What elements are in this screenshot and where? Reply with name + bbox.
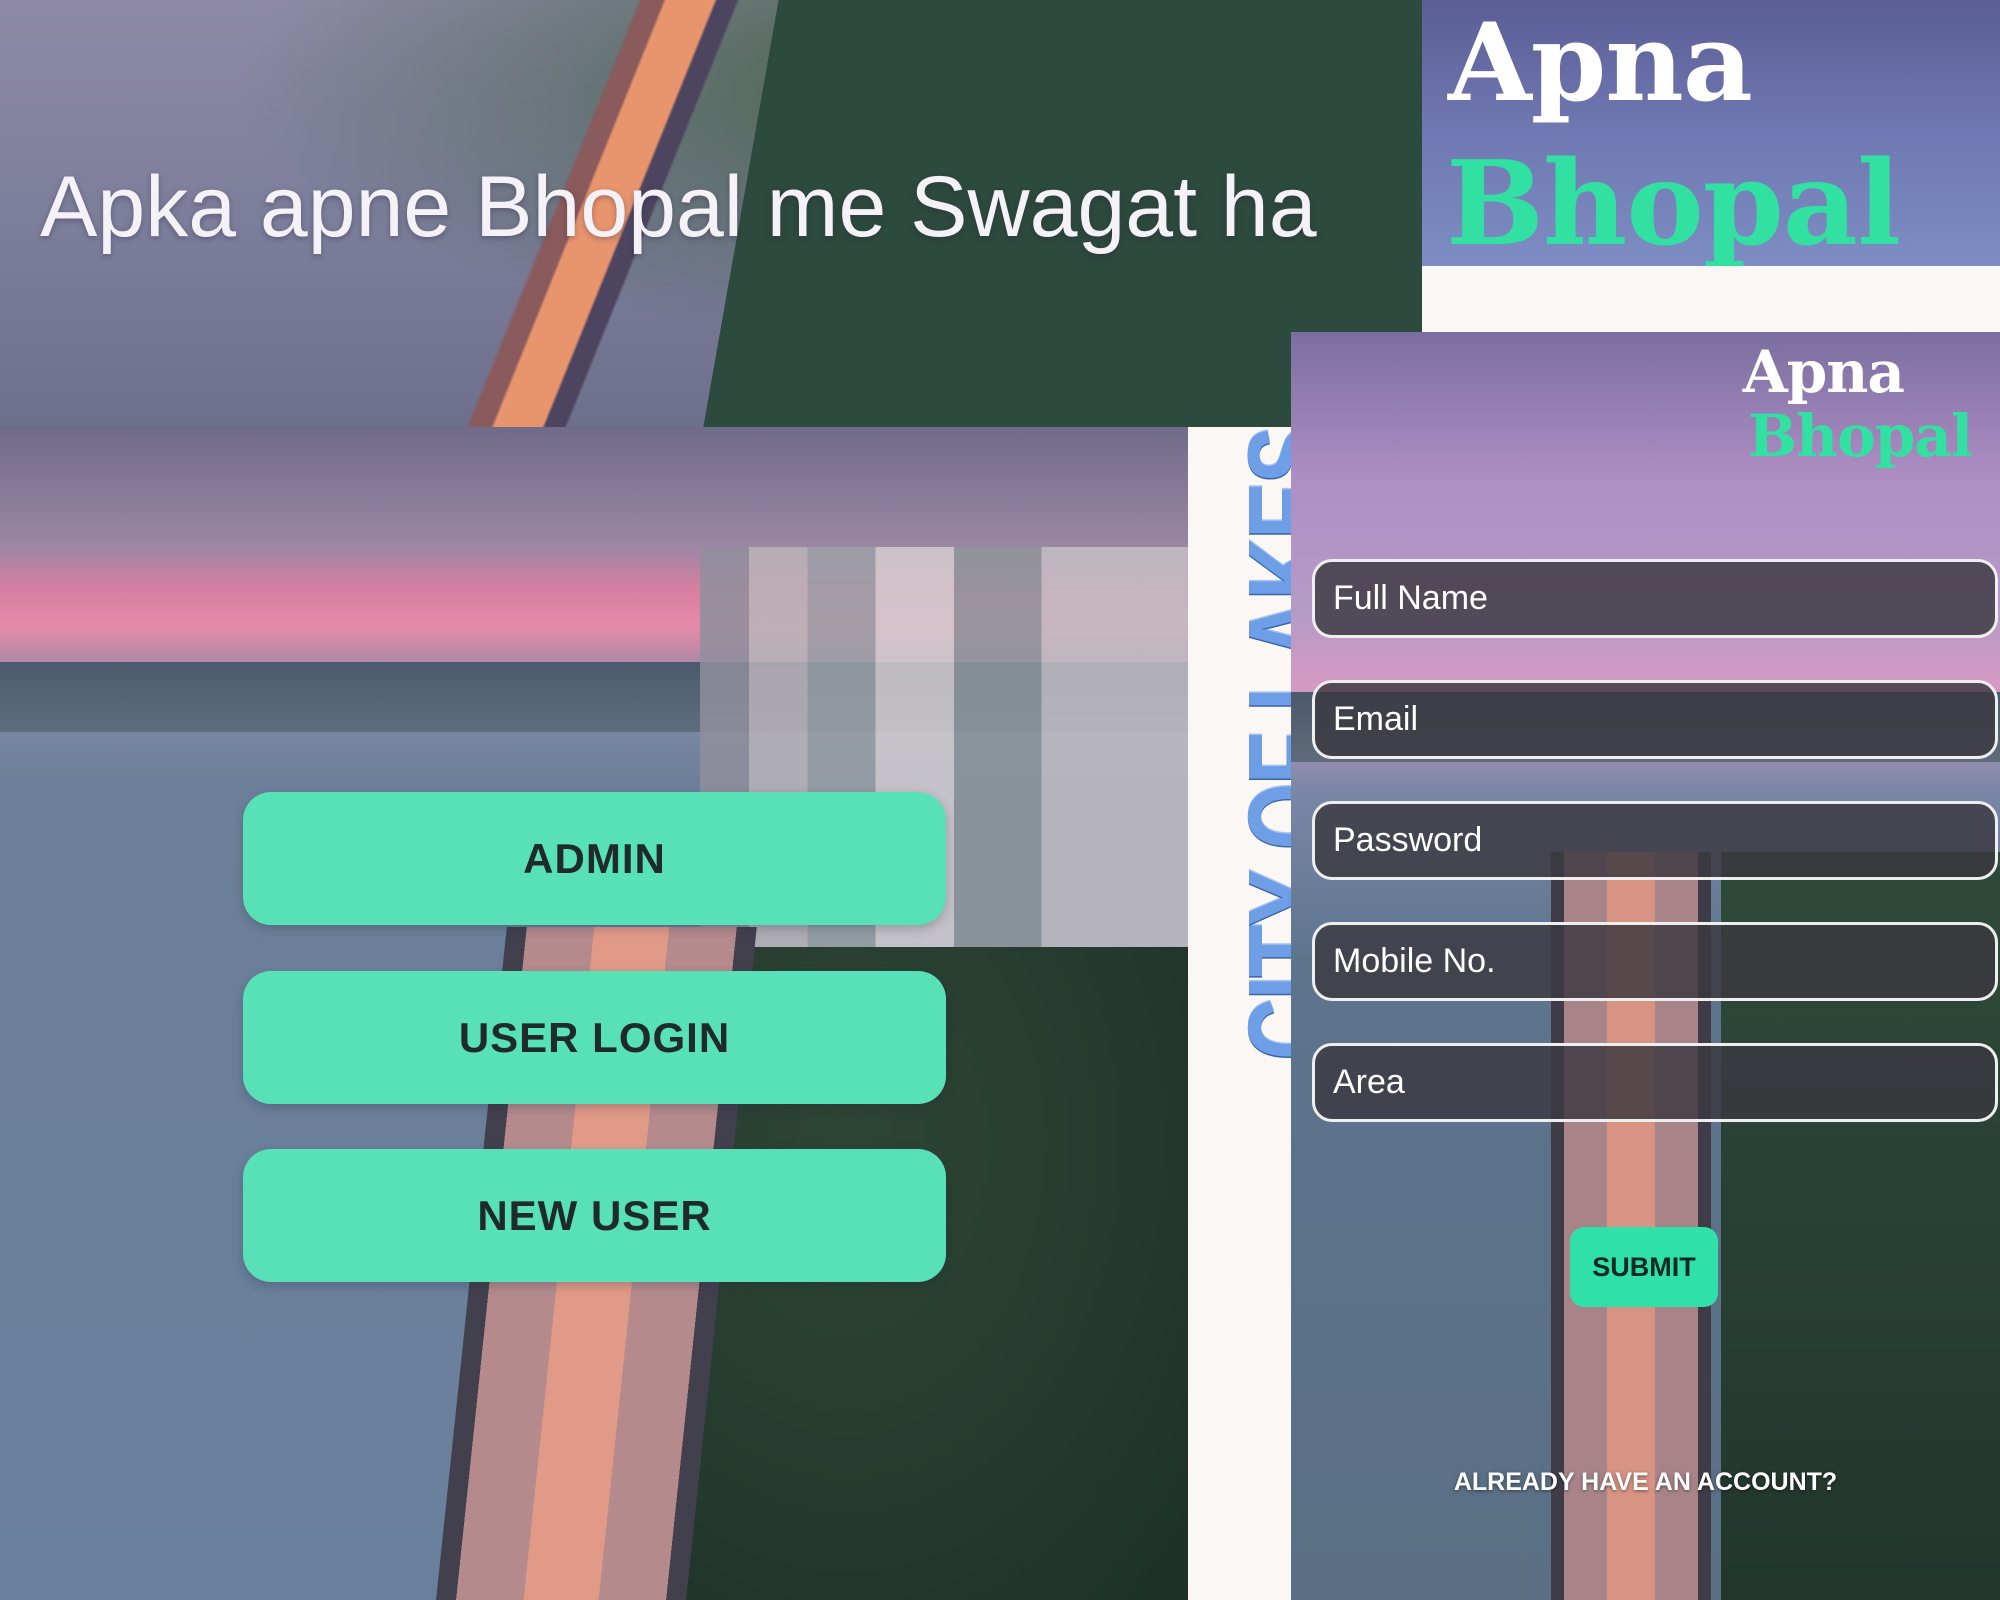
welcome-text: Apka apne Bhopal me Swagat ha: [40, 159, 1317, 255]
logo-panel: Apna Bhopal: [1422, 0, 2000, 266]
mobile-number-field[interactable]: [1312, 922, 1998, 1001]
logo-bhopal-text: Bhopal: [1446, 136, 1901, 266]
password-field[interactable]: [1312, 801, 1998, 880]
register-logo-apna-text: Apna: [1742, 338, 1905, 406]
logo-apna-text: Apna: [1448, 0, 1753, 126]
new-user-button[interactable]: NEW USER: [243, 1149, 946, 1282]
admin-button[interactable]: ADMIN: [243, 792, 946, 925]
user-login-button[interactable]: USER LOGIN: [243, 971, 946, 1104]
register-logo-bhopal-text: Bhopal: [1747, 402, 1973, 470]
email-field[interactable]: [1312, 680, 1998, 759]
full-name-field[interactable]: [1312, 559, 1998, 638]
welcome-banner: Apka apne Bhopal me Swagat ha: [0, 0, 1422, 427]
registration-screen: Apna Bhopal SUBMIT ALREADY HAVE AN ACCOU…: [1291, 332, 2000, 1600]
main-menu-screen: ADMIN USER LOGIN NEW USER: [0, 427, 1188, 1600]
submit-button[interactable]: SUBMIT: [1570, 1227, 1718, 1307]
already-have-account-link[interactable]: ALREADY HAVE AN ACCOUNT?: [1291, 1468, 2000, 1497]
area-field[interactable]: [1312, 1043, 1998, 1122]
